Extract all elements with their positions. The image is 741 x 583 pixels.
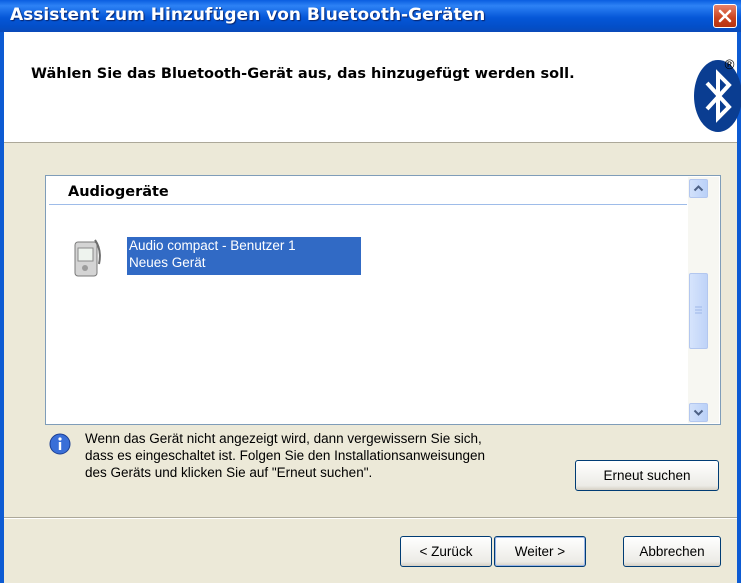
scroll-down-button[interactable] bbox=[689, 403, 708, 422]
device-label-selected[interactable]: Audio compact - Benutzer 1 Neues Gerät bbox=[127, 237, 361, 275]
wizard-window: Assistent zum Hinzufügen von Bluetooth-G… bbox=[0, 0, 741, 583]
grip-icon bbox=[695, 306, 702, 314]
device-item-audio-compact[interactable]: Audio compact - Benutzer 1 Neues Gerät bbox=[71, 231, 391, 281]
chevron-up-icon bbox=[693, 185, 704, 192]
device-status: Neues Gerät bbox=[129, 255, 206, 270]
device-name: Audio compact - Benutzer 1 bbox=[129, 238, 296, 253]
close-button[interactable] bbox=[713, 4, 737, 28]
group-divider bbox=[49, 204, 687, 205]
search-again-button[interactable]: Erneut suchen bbox=[575, 460, 719, 491]
group-header-audio: Audiogeräte bbox=[68, 184, 169, 200]
device-list[interactable]: Audiogeräte Audio compact - Benutzer 1 N… bbox=[45, 175, 721, 425]
scroll-thumb[interactable] bbox=[689, 273, 708, 349]
info-line: des Geräts und klicken Sie auf "Erneut s… bbox=[85, 465, 373, 480]
info-message: Wenn das Gerät nicht angezeigt wird, dan… bbox=[85, 430, 565, 481]
wizard-header: Wählen Sie das Bluetooth-Gerät aus, das … bbox=[4, 32, 737, 143]
scroll-up-button[interactable] bbox=[689, 179, 708, 198]
registered-mark: ® bbox=[723, 58, 736, 73]
next-button[interactable]: Weiter > bbox=[494, 536, 586, 567]
info-line: dass es eingeschaltet ist. Folgen Sie de… bbox=[85, 448, 486, 463]
audio-device-icon bbox=[74, 239, 101, 277]
info-line: Wenn das Gerät nicht angezeigt wird, dan… bbox=[85, 431, 482, 446]
chevron-down-icon bbox=[693, 409, 704, 416]
close-icon bbox=[718, 9, 732, 23]
back-button[interactable]: < Zurück bbox=[400, 536, 492, 567]
footer-divider bbox=[4, 517, 737, 519]
cancel-button[interactable]: Abbrechen bbox=[623, 536, 721, 567]
vertical-scrollbar[interactable] bbox=[688, 177, 719, 423]
info-icon bbox=[49, 433, 71, 455]
title-bar[interactable]: Assistent zum Hinzufügen von Bluetooth-G… bbox=[0, 0, 741, 32]
page-title: Wählen Sie das Bluetooth-Gerät aus, das … bbox=[31, 66, 575, 82]
window-title: Assistent zum Hinzufügen von Bluetooth-G… bbox=[10, 5, 486, 25]
